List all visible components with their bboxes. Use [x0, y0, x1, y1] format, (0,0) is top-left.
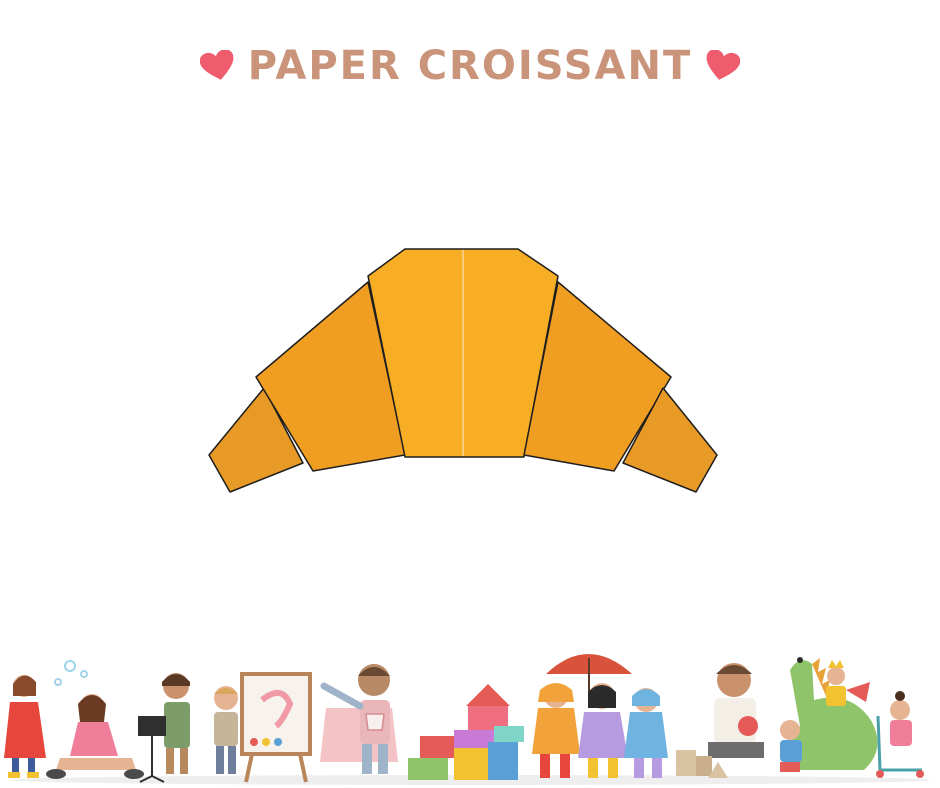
boy-with-wooden-blocks: [676, 663, 764, 778]
paper-croissant-icon: [208, 248, 718, 493]
superhero-boy: [320, 664, 398, 774]
children-playing-illustration: [4, 654, 930, 785]
boy-with-music-stand: [138, 673, 190, 783]
boy-painting-easel: [214, 672, 312, 783]
kids-with-dinosaur: [780, 657, 924, 778]
girl-sitting: [46, 694, 144, 779]
toy-building-blocks: [408, 684, 524, 780]
kids-with-umbrella: [532, 654, 668, 778]
